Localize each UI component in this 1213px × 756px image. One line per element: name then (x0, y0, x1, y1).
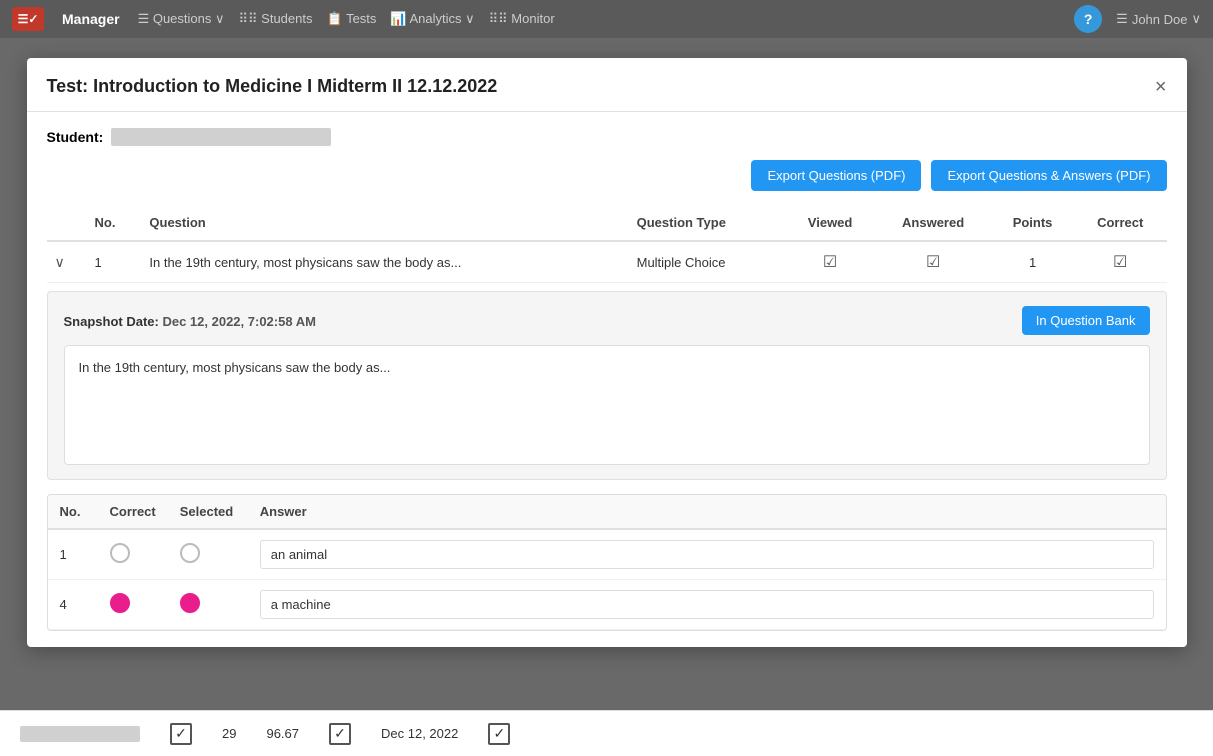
correct-check-icon: ☑ (1113, 254, 1127, 271)
in-question-bank-button[interactable]: In Question Bank (1022, 306, 1150, 335)
status-correct-check-icon: ✓ (329, 723, 351, 745)
answer-row-1: 1 an animal (48, 529, 1166, 580)
status-placeholder (20, 726, 140, 742)
modal-title: Test: Introduction to Medicine I Midterm… (47, 76, 498, 97)
snapshot-info: Snapshot Date: Dec 12, 2022, 7:02:58 AM (64, 313, 316, 329)
topbar-nav: ☰ Questions ∨ ⠿⠿ Students 📋 Tests 📊 Anal… (138, 11, 1057, 27)
row-question: In the 19th century, most physicans saw … (141, 241, 628, 283)
status-correct-check: ✓ (329, 723, 351, 745)
row-correct: ☑ (1074, 241, 1167, 283)
ans-selected-4 (168, 580, 248, 630)
radio-filled-correct-icon (110, 593, 130, 613)
col-expand (47, 205, 87, 241)
snapshot-row: Snapshot Date: Dec 12, 2022, 7:02:58 AM … (64, 306, 1150, 335)
ans-no-4: 4 (48, 580, 98, 630)
modal-close-button[interactable]: × (1155, 77, 1167, 97)
status-percent: 96.67 (266, 726, 299, 741)
ans-col-selected: Selected (168, 495, 248, 529)
ans-answer-1: an animal (248, 529, 1166, 580)
col-viewed: Viewed (785, 205, 875, 241)
question-textbox: In the 19th century, most physicans saw … (64, 345, 1150, 465)
student-label: Student: (47, 129, 104, 145)
app-logo: ☰✓ (12, 7, 44, 31)
row-points: 1 (991, 241, 1074, 283)
col-correct: Correct (1074, 205, 1167, 241)
nav-tests[interactable]: 📋 Tests (327, 11, 377, 27)
nav-analytics[interactable]: 📊 Analytics ∨ (390, 11, 474, 27)
viewed-check-icon: ☑ (823, 254, 837, 271)
topbar: ☰✓ Manager ☰ Questions ∨ ⠿⠿ Students 📋 T… (0, 0, 1213, 38)
status-final-check-icon: ✓ (488, 723, 510, 745)
snapshot-label: Snapshot Date: Dec 12, 2022, 7:02:58 AM (64, 314, 316, 329)
detail-panel: Snapshot Date: Dec 12, 2022, 7:02:58 AM … (47, 291, 1167, 480)
student-name-status-placeholder (20, 726, 140, 742)
answers-table: No. Correct Selected Answer 1 (48, 495, 1166, 630)
ans-correct-4 (98, 580, 168, 630)
nav-monitor[interactable]: ⠿⠿ Monitor (489, 11, 555, 27)
modal-header: Test: Introduction to Medicine I Midterm… (27, 58, 1187, 112)
ans-col-answer: Answer (248, 495, 1166, 529)
student-row: Student: (47, 128, 1167, 146)
modal-overlay: Test: Introduction to Medicine I Midterm… (0, 38, 1213, 756)
ans-selected-1 (168, 529, 248, 580)
export-pdf-button[interactable]: Export Questions (PDF) (751, 160, 921, 191)
col-points: Points (991, 205, 1074, 241)
nav-questions[interactable]: ☰ Questions ∨ (138, 11, 225, 27)
ans-answer-4: a machine (248, 580, 1166, 630)
topbar-right: ? ☰ John Doe ∨ (1074, 5, 1201, 33)
row-answered: ☑ (875, 241, 991, 283)
answer-row-4: 4 a machine (48, 580, 1166, 630)
row-type: Multiple Choice (629, 241, 785, 283)
brand-label: Manager (62, 11, 120, 27)
radio-filled-selected-icon (180, 593, 200, 613)
ans-col-no: No. (48, 495, 98, 529)
col-no: No. (87, 205, 142, 241)
status-viewed-check: ✓ (170, 723, 192, 745)
modal-body: Student: Export Questions (PDF) Export Q… (27, 112, 1187, 647)
help-button[interactable]: ? (1074, 5, 1102, 33)
radio-empty-icon (110, 543, 130, 563)
expand-button[interactable]: ∨ (55, 254, 65, 271)
status-bar: ✓ 29 96.67 ✓ Dec 12, 2022 ✓ (0, 710, 1213, 756)
col-answered: Answered (875, 205, 991, 241)
user-menu[interactable]: ☰ John Doe ∨ (1116, 11, 1201, 27)
snapshot-date: Dec 12, 2022, 7:02:58 AM (162, 314, 315, 329)
status-final-check: ✓ (488, 723, 510, 745)
status-viewed: ✓ (170, 723, 192, 745)
ans-col-correct: Correct (98, 495, 168, 529)
answered-check-icon: ☑ (926, 254, 940, 271)
ans-correct-1 (98, 529, 168, 580)
student-name-placeholder (111, 128, 331, 146)
nav-students[interactable]: ⠿⠿ Students (239, 11, 313, 27)
col-question: Question (141, 205, 628, 241)
status-score: 29 (222, 726, 236, 741)
table-row: ∨ 1 In the 19th century, most physicans … (47, 241, 1167, 283)
questions-table: No. Question Question Type Viewed Answer… (47, 205, 1167, 283)
modal-dialog: Test: Introduction to Medicine I Midterm… (27, 58, 1187, 647)
expand-cell[interactable]: ∨ (47, 241, 87, 283)
col-type: Question Type (629, 205, 785, 241)
row-viewed: ☑ (785, 241, 875, 283)
ans-no-1: 1 (48, 529, 98, 580)
row-no: 1 (87, 241, 142, 283)
status-date: Dec 12, 2022 (381, 726, 458, 741)
export-qa-pdf-button[interactable]: Export Questions & Answers (PDF) (931, 160, 1166, 191)
export-row: Export Questions (PDF) Export Questions … (47, 160, 1167, 191)
radio-empty-selected-icon (180, 543, 200, 563)
answers-section: No. Correct Selected Answer 1 (47, 494, 1167, 631)
